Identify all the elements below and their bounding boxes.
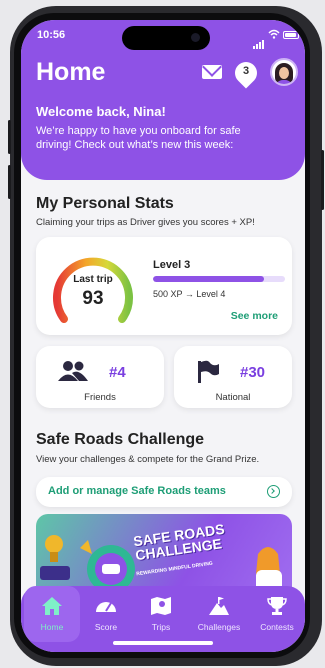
xp-progress-bar xyxy=(153,276,285,282)
tab-home[interactable]: Home xyxy=(24,586,80,642)
map-icon xyxy=(151,597,171,615)
trophy-icon xyxy=(267,597,287,615)
national-rank: #30 xyxy=(240,364,266,381)
status-bar: 10:56 xyxy=(21,20,305,50)
manage-teams-label: Add or manage Safe Roads teams xyxy=(48,485,226,497)
last-trip-score: 93 xyxy=(82,288,104,309)
challenge-subtitle: View your challenges & compete for the G… xyxy=(36,454,260,465)
flag-icon xyxy=(198,360,219,383)
welcome-title: Welcome back, Nina! xyxy=(36,104,166,119)
home-icon xyxy=(42,597,62,615)
xp-progress-fill xyxy=(153,276,264,282)
friends-rank-card[interactable]: #4 Friends xyxy=(36,346,164,408)
chevron-right-icon xyxy=(267,485,280,498)
tab-challenges[interactable]: Challenges xyxy=(188,586,250,642)
tab-score-label: Score xyxy=(94,622,118,632)
tab-challenges-label: Challenges xyxy=(197,622,241,632)
tab-contests-label: Contests xyxy=(260,622,294,632)
challenge-title: Safe Roads Challenge xyxy=(36,431,205,448)
national-label: National xyxy=(215,392,251,403)
level-label: Level 3 xyxy=(153,259,191,271)
stats-title: My Personal Stats xyxy=(36,195,174,212)
phone-side-button xyxy=(8,120,11,154)
manage-teams-link[interactable]: Add or manage Safe Roads teams xyxy=(36,477,292,507)
welcome-text: We’re happy to have you onboard for safe… xyxy=(36,125,241,151)
notification-count[interactable]: 3 xyxy=(235,65,257,77)
dynamic-island xyxy=(122,26,210,50)
avatar-face xyxy=(279,67,289,79)
status-time: 10:56 xyxy=(37,29,66,41)
see-more-link[interactable]: See more xyxy=(231,310,278,322)
home-indicator xyxy=(113,641,213,645)
avatar[interactable] xyxy=(270,58,298,86)
friends-rank: #4 xyxy=(109,364,126,381)
mail-icon[interactable] xyxy=(202,65,222,79)
xp-text: 500 XP → Level 4 xyxy=(153,289,226,299)
friends-icon xyxy=(58,361,88,381)
tab-contests[interactable]: Contests xyxy=(249,586,305,642)
mountain-flag-icon xyxy=(209,597,229,615)
battery-icon xyxy=(283,31,299,39)
tab-bar: Home Score Trips Challenges Contests xyxy=(21,586,305,652)
tab-trips[interactable]: Trips xyxy=(133,586,189,642)
tab-home-label: Home xyxy=(40,622,64,632)
camera-icon xyxy=(191,33,200,42)
phone-side-button xyxy=(321,150,324,210)
tab-trips-label: Trips xyxy=(151,622,171,632)
wifi-icon xyxy=(268,29,280,39)
speedometer-icon xyxy=(96,602,116,612)
friends-label: Friends xyxy=(84,392,116,403)
stats-subtitle: Claiming your trips as Driver gives you … xyxy=(36,217,255,228)
tab-score[interactable]: Score xyxy=(78,586,134,642)
national-rank-card[interactable]: #30 National xyxy=(174,346,292,408)
home-header: 10:56 Home 3 Welcome back, Nina! We’re h… xyxy=(21,20,305,180)
page-title: Home xyxy=(36,58,106,86)
phone-side-button xyxy=(8,165,11,199)
stats-card[interactable]: Last trip 93 Level 3 500 XP → Level 4 Se… xyxy=(36,237,292,335)
app-screen: 10:56 Home 3 Welcome back, Nina! We’re h… xyxy=(21,20,305,652)
last-trip-label: Last trip xyxy=(73,274,113,285)
signal-icon xyxy=(253,31,265,49)
